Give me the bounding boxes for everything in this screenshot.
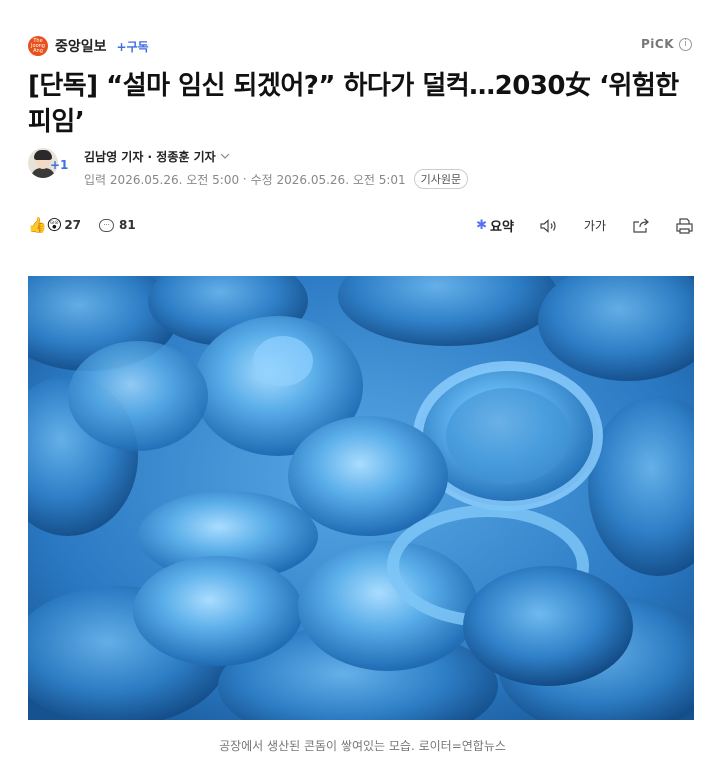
chevron-down-icon[interactable] xyxy=(220,152,230,162)
byline: 김남영 기자 · 정종훈 기자 입력 2026.05.26. 오전 5:00 ·… xyxy=(84,148,469,189)
pick-badge[interactable]: PiCK i xyxy=(641,37,692,51)
comment-count[interactable]: 81 xyxy=(119,218,136,232)
reporter-names[interactable]: 김남영 기자 · 정종훈 기자 xyxy=(84,148,468,165)
press-logo-text: The Joong Ang xyxy=(31,37,45,54)
reaction-bar: 👍😲 27 ··· 81 xyxy=(28,216,154,234)
photo-image xyxy=(28,276,694,720)
comment-icon[interactable]: ··· xyxy=(99,218,115,232)
edit-label: 수정 xyxy=(250,172,273,187)
press-header: The Joong Ang 중앙일보 +구독 xyxy=(28,34,149,58)
speaker-icon xyxy=(540,218,556,233)
info-icon[interactable]: i xyxy=(679,37,692,51)
article-dates: 입력 2026.05.26. 오전 5:00 · 수정 2026.05.26. … xyxy=(84,169,469,189)
font-size-label: 가가 xyxy=(583,219,606,233)
input-date: 2026.05.26. 오전 5:00 xyxy=(109,172,240,187)
photo-caption: 공장에서 생산된 콘돔이 쌓여있는 모습. 로이터=연합뉴스 xyxy=(219,739,506,753)
sparkle-icon: ✱ xyxy=(476,218,487,233)
edit-date: 2026.05.26. 오전 5:01 xyxy=(276,172,406,187)
article-toolbar: ✱ 요약 가가 xyxy=(450,216,693,235)
more-reporters-count[interactable]: +1 xyxy=(50,158,68,172)
share-icon xyxy=(633,218,649,233)
article-photo[interactable] xyxy=(28,276,694,720)
summary-label: 요약 xyxy=(489,220,514,235)
input-label: 입력 xyxy=(84,172,107,187)
speaker-button[interactable] xyxy=(540,218,558,233)
press-logo[interactable]: The Joong Ang xyxy=(28,36,48,56)
reaction-emoji-icon[interactable]: 👍😲 xyxy=(28,216,62,234)
original-article-button[interactable]: 기사원문 xyxy=(413,169,469,189)
subscribe-button[interactable]: +구독 xyxy=(117,38,149,55)
like-count[interactable]: 27 xyxy=(64,218,81,232)
summary-button[interactable]: ✱ 요약 xyxy=(476,216,514,235)
font-size-button[interactable]: 가가 xyxy=(584,217,606,234)
article-headline: [단독] “설마 임신 되겠어?” 하다가 덜컥…2030女 ‘위험한 피임’ xyxy=(28,71,679,137)
press-name[interactable]: 중앙일보 xyxy=(55,36,107,56)
share-button[interactable] xyxy=(632,218,650,233)
print-button[interactable] xyxy=(676,217,693,234)
reporter-names-text: 김남영 기자 · 정종훈 기자 xyxy=(84,150,216,164)
pick-label: PiCK xyxy=(640,37,674,51)
print-icon xyxy=(676,217,693,234)
